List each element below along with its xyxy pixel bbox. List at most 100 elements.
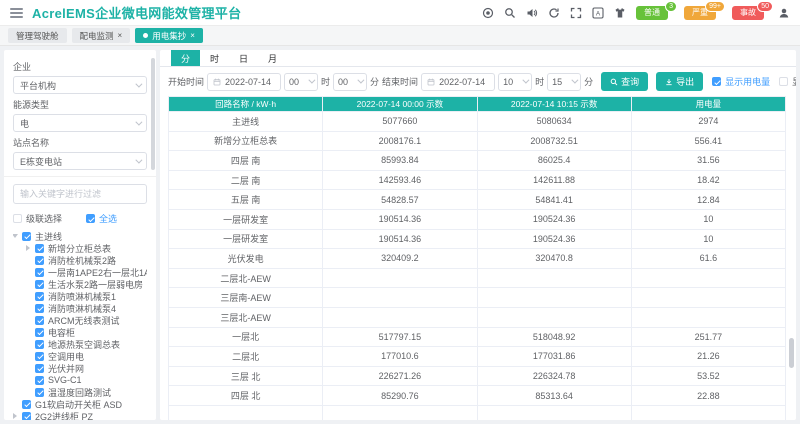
readings-table-wrap: 回路名称 / kW·h 2022-07-14 00:00 示数 2022-07-14… bbox=[168, 96, 786, 420]
checkbox-icon[interactable] bbox=[35, 291, 44, 301]
alarm-badge[interactable]: 99+ 严重 bbox=[684, 0, 725, 20]
alarm-badge[interactable]: 50 事故 bbox=[732, 0, 773, 20]
end-hour-select[interactable]: 10 bbox=[498, 72, 533, 91]
tree-item[interactable]: 光伏并网 bbox=[13, 362, 147, 374]
period-tab[interactable]: 时 bbox=[200, 50, 229, 66]
export-button[interactable]: 导出 bbox=[656, 72, 704, 91]
volume-icon[interactable] bbox=[526, 7, 538, 19]
menu-icon[interactable] bbox=[10, 7, 23, 18]
tree-item[interactable]: 消防喷淋机械泵4 bbox=[13, 302, 147, 314]
start-reading-cell: 54828.57 bbox=[322, 189, 478, 210]
end-minute-select[interactable]: 15 bbox=[547, 72, 582, 91]
tree-item[interactable]: 一层南1APE2右一层北1APE1左 bbox=[13, 266, 147, 278]
table-row: 二层北 177010.6 177031.86 21.26 bbox=[168, 346, 786, 367]
select-all-checkbox[interactable]: 全选 bbox=[86, 212, 117, 225]
tree-item[interactable]: G1软启动开关柜 ASD bbox=[13, 398, 147, 410]
download-icon bbox=[666, 78, 672, 85]
font-size-icon[interactable]: A bbox=[592, 6, 604, 19]
energy-cell: 2974 bbox=[630, 111, 786, 132]
show-cost-checkbox[interactable]: 显示费用 bbox=[779, 75, 796, 88]
sidebar-fields: 企业 平台机构 能源类型 电 站点名称 E栋变电站 bbox=[13, 60, 147, 170]
table-scrollbar[interactable] bbox=[789, 338, 794, 368]
checkbox-icon[interactable] bbox=[35, 315, 44, 325]
start-reading-cell: 190514.36 bbox=[322, 228, 478, 250]
tree-item[interactable]: 空调用电 bbox=[13, 350, 147, 362]
user-icon[interactable] bbox=[778, 7, 790, 19]
fullscreen-icon[interactable] bbox=[570, 7, 582, 19]
refresh-icon[interactable] bbox=[548, 7, 560, 19]
start-date-input[interactable]: 2022-07-14 bbox=[207, 72, 282, 91]
alarm-badge[interactable]: 3 普通 bbox=[636, 0, 677, 20]
query-button[interactable]: 查询 bbox=[601, 72, 649, 91]
checkbox-icon[interactable] bbox=[35, 363, 44, 373]
tree-item[interactable]: 电容柜 bbox=[13, 326, 147, 338]
tree-item[interactable]: ARCM无线表测试 bbox=[13, 314, 147, 326]
cascade-checkbox[interactable]: 级联选择 bbox=[13, 212, 62, 225]
search-icon[interactable] bbox=[504, 7, 516, 19]
tree-filter-input[interactable] bbox=[13, 184, 147, 204]
expand-arrow-icon[interactable] bbox=[13, 413, 17, 419]
close-icon[interactable]: × bbox=[190, 31, 195, 40]
end-reading-cell bbox=[476, 306, 632, 328]
end-date-input[interactable]: 2022-07-14 bbox=[421, 72, 496, 91]
show-energy-checkbox[interactable]: 显示用电量 bbox=[712, 75, 770, 88]
tree-item[interactable]: 温湿度回路测试 bbox=[13, 386, 147, 398]
expand-arrow-icon[interactable] bbox=[26, 245, 30, 251]
table-row: 光伏发电 320409.2 320470.8 61.6 bbox=[168, 248, 786, 269]
tree-item[interactable]: 消防栓机械泵2路 bbox=[13, 254, 147, 266]
header-toolbar: A 3 普通 99+ 严重 50 事故 bbox=[482, 0, 790, 20]
table-row: 二层 南 142593.46 142611.88 18.42 bbox=[168, 169, 786, 191]
energy-cell: 10 bbox=[630, 208, 786, 230]
tree-item[interactable]: SVG-C1 bbox=[13, 374, 147, 386]
circuit-name-cell: 四层 南 bbox=[168, 150, 324, 171]
field-select[interactable]: 电 bbox=[13, 114, 147, 132]
circuit-name-cell: 五层 南 bbox=[168, 189, 324, 210]
circuit-name-cell: 二层北-AEW bbox=[168, 267, 324, 289]
checkbox-icon[interactable] bbox=[35, 303, 44, 313]
tree-item-label: 消防喷淋机械泵4 bbox=[48, 303, 117, 314]
table-row bbox=[168, 404, 786, 420]
route-tab[interactable]: 管理驾驶舱× bbox=[8, 28, 67, 43]
tree-item-label: 2G2进线柜 PZ bbox=[35, 411, 94, 421]
start-reading-cell: 142593.46 bbox=[322, 169, 478, 191]
checkbox-icon bbox=[712, 77, 722, 86]
checkbox-icon[interactable] bbox=[22, 399, 31, 409]
checkbox-icon[interactable] bbox=[35, 339, 44, 349]
table-row: 三层南-AEW bbox=[168, 287, 786, 308]
route-tab[interactable]: 配电监测 × bbox=[71, 28, 131, 43]
energy-cell bbox=[630, 404, 786, 420]
table-header-cell: 2022-07-14 10:15 示数 bbox=[476, 96, 632, 112]
close-icon[interactable]: × bbox=[118, 31, 123, 40]
expand-arrow-icon[interactable] bbox=[13, 234, 18, 238]
period-tab[interactable]: 月 bbox=[258, 50, 287, 66]
checkbox-icon[interactable] bbox=[35, 327, 44, 337]
start-time-label: 开始时间 bbox=[168, 77, 205, 87]
start-minute-select[interactable]: 00 bbox=[333, 72, 368, 91]
theme-icon[interactable] bbox=[614, 7, 626, 19]
checkbox-icon[interactable] bbox=[22, 231, 31, 241]
field-select[interactable]: E栋变电站 bbox=[13, 152, 147, 170]
tree-item[interactable]: 2G2进线柜 PZ bbox=[13, 410, 147, 420]
tree-item[interactable]: 消防喷淋机械泵1 bbox=[13, 290, 147, 302]
tree-item[interactable]: 生活水泵2路一层弱电房 bbox=[13, 278, 147, 290]
tree-item[interactable]: 地源热泵空调总表 bbox=[13, 338, 147, 350]
dashboard-icon[interactable] bbox=[482, 7, 494, 19]
checkbox-icon[interactable] bbox=[35, 267, 44, 277]
checkbox-icon[interactable] bbox=[35, 243, 44, 253]
period-tab[interactable]: 日 bbox=[229, 50, 258, 66]
energy-cell: 18.42 bbox=[630, 169, 786, 191]
checkbox-icon[interactable] bbox=[35, 375, 44, 385]
field-select[interactable]: 平台机构 bbox=[13, 76, 147, 94]
checkbox-icon[interactable] bbox=[35, 351, 44, 361]
sidebar-scrollbar[interactable] bbox=[151, 58, 155, 170]
checkbox-icon[interactable] bbox=[35, 255, 44, 265]
checkbox-icon[interactable] bbox=[35, 387, 44, 397]
tree-item[interactable]: 新增分立柜总表 bbox=[13, 242, 147, 254]
start-hour-select[interactable]: 00 bbox=[284, 72, 319, 91]
checkbox-icon[interactable] bbox=[35, 279, 44, 289]
tree-item[interactable]: 主进线 bbox=[13, 230, 147, 242]
table-row: 一层研发室 190514.36 190524.36 10 bbox=[168, 208, 786, 230]
period-tab[interactable]: 分 bbox=[171, 50, 200, 66]
checkbox-icon[interactable] bbox=[22, 411, 31, 420]
route-tab[interactable]: 用电集抄 × bbox=[135, 28, 203, 43]
